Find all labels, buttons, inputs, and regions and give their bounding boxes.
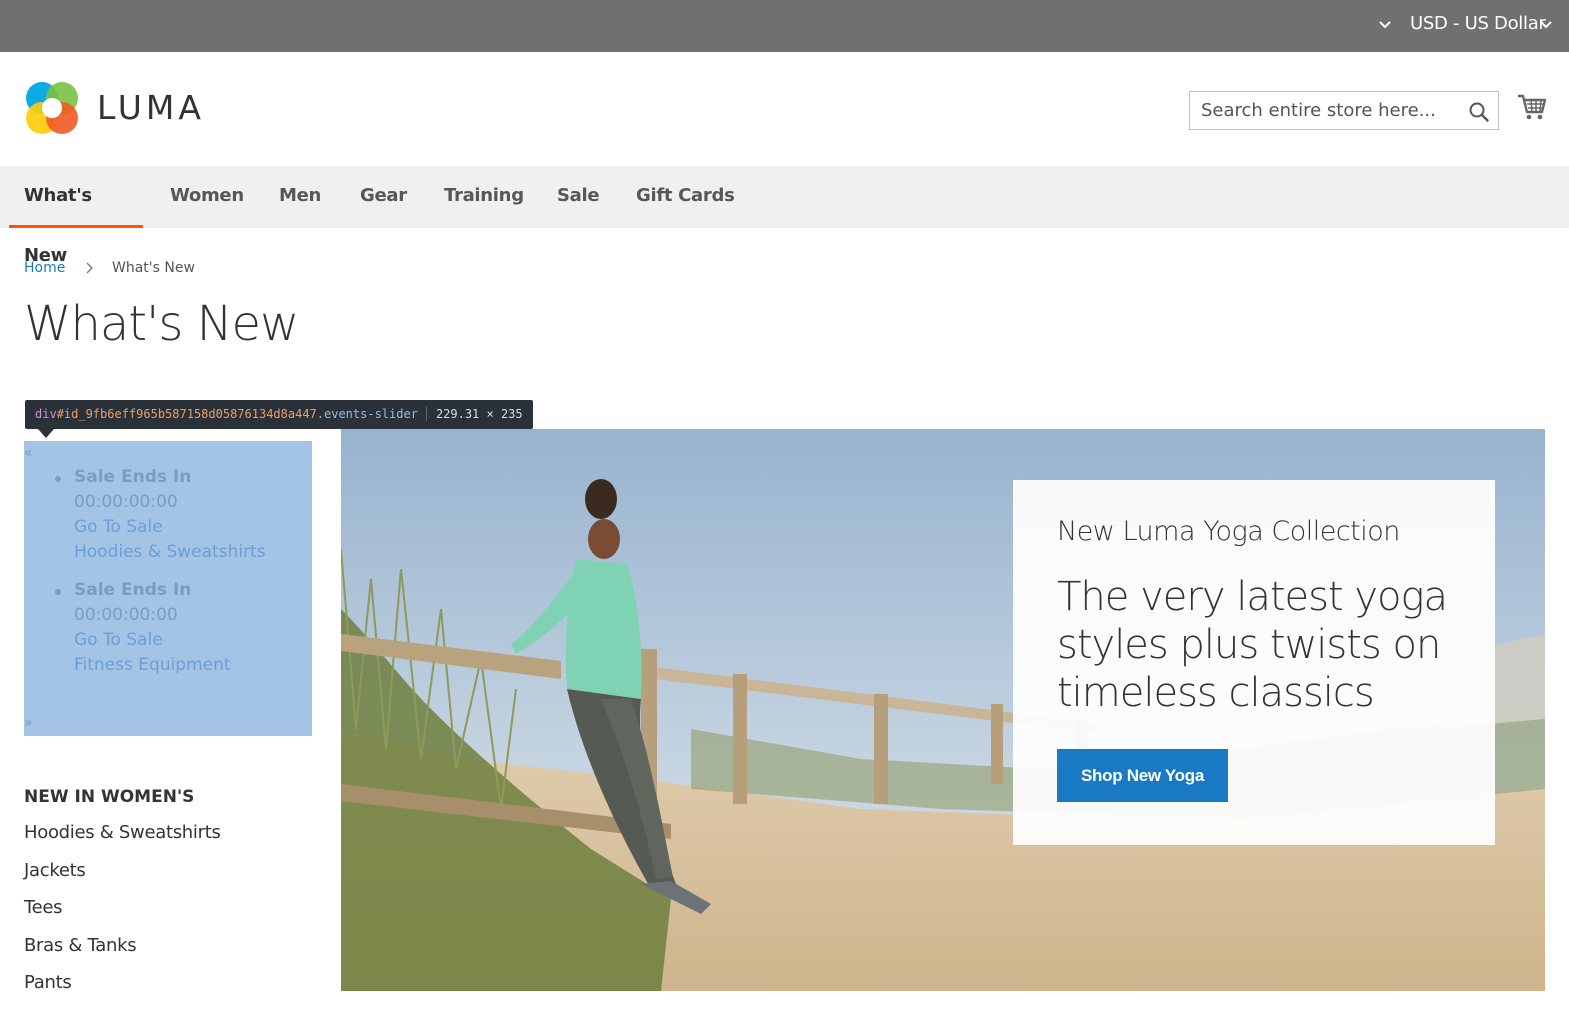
nav-item-whats-new[interactable]: What's New [9,166,143,266]
sidebar-link-jackets[interactable]: Jackets [24,860,221,898]
tooltip-tag: div [35,407,57,421]
breadcrumb-current: What's New [112,260,195,276]
sidebar-link-bras-tanks[interactable]: Bras & Tanks [24,935,221,973]
event-category-link[interactable]: Fitness Equipment [74,653,266,678]
search-box [1189,91,1499,130]
tooltip-dimensions: 229.31 × 235 [425,407,523,421]
nav-item-sale[interactable]: Sale [557,166,600,228]
event-title: Sale Ends In [74,580,192,600]
go-to-sale-link[interactable]: Go To Sale [74,515,266,540]
breadcrumb-home-link[interactable]: Home [24,260,65,276]
slider-prev-button[interactable]: « [24,445,33,461]
chevron-right-icon [86,262,93,274]
event-category-link[interactable]: Hoodies & Sweatshirts [74,540,266,565]
nav-item-men[interactable]: Men [279,166,321,228]
hero-banner[interactable]: New Luma Yoga Collection The very latest… [341,429,1545,991]
devtools-inspect-tooltip: div#id_9fb6eff965b587158d05876134d8a447.… [25,400,533,429]
go-to-sale-link[interactable]: Go To Sale [74,628,266,653]
page-title: What's New [24,296,299,352]
shop-new-yoga-button[interactable]: Shop New Yoga [1057,749,1228,802]
search-input[interactable] [1190,92,1471,129]
bullet-icon [55,589,61,595]
nav-item-gift-cards[interactable]: Gift Cards [636,166,735,228]
nav-item-training[interactable]: Training [444,166,524,228]
currency-switcher[interactable]: USD - US Dollar [1410,13,1546,34]
chevron-down-icon[interactable] [1378,18,1392,32]
events-list: Sale Ends In 00:00:00:00 Go To Sale Hood… [24,465,266,691]
sidebar-link-pants[interactable]: Pants [24,972,221,1010]
event-item: Sale Ends In 00:00:00:00 Go To Sale Hood… [24,465,266,565]
cart-icon[interactable] [1517,92,1547,122]
tooltip-id: #id_9fb6eff965b587158d05876134d8a447 [56,407,317,421]
event-item: Sale Ends In 00:00:00:00 Go To Sale Fitn… [24,578,266,678]
bullet-icon [55,476,61,482]
logo-text[interactable]: LUMA [97,88,205,127]
top-bar: USD - US Dollar [0,0,1569,52]
hero-promo-panel: New Luma Yoga Collection The very latest… [1013,480,1495,845]
event-countdown: 00:00:00:00 [74,605,178,625]
main-nav: What's New Women Men Gear Training Sale … [0,166,1569,266]
event-countdown: 00:00:00:00 [74,492,178,512]
event-title: Sale Ends In [74,467,192,487]
breadcrumb: Home What's New [24,260,195,276]
sidebar-links: Hoodies & Sweatshirts Jackets Tees Bras … [24,822,221,1010]
search-icon[interactable] [1468,101,1490,123]
hero-headline: The very latest yoga styles plus twists … [1057,574,1448,716]
sidebar-link-hoodies[interactable]: Hoodies & Sweatshirts [24,822,221,860]
tooltip-class: .events-slider [316,407,418,421]
chevron-down-icon[interactable] [1539,18,1553,32]
slider-next-button[interactable]: » [24,715,33,731]
nav-item-women[interactable]: Women [170,166,244,228]
site-header: LUMA [0,52,1569,166]
nav-item-gear[interactable]: Gear [360,166,407,228]
events-slider: « Sale Ends In 00:00:00:00 Go To Sale Ho… [24,441,312,736]
sidebar-link-tees[interactable]: Tees [24,897,221,935]
luma-logo-icon[interactable] [24,80,80,136]
sidebar-heading: NEW IN WOMEN'S [24,787,195,807]
hero-subtitle: New Luma Yoga Collection [1057,516,1400,547]
tooltip-arrow [38,429,54,438]
